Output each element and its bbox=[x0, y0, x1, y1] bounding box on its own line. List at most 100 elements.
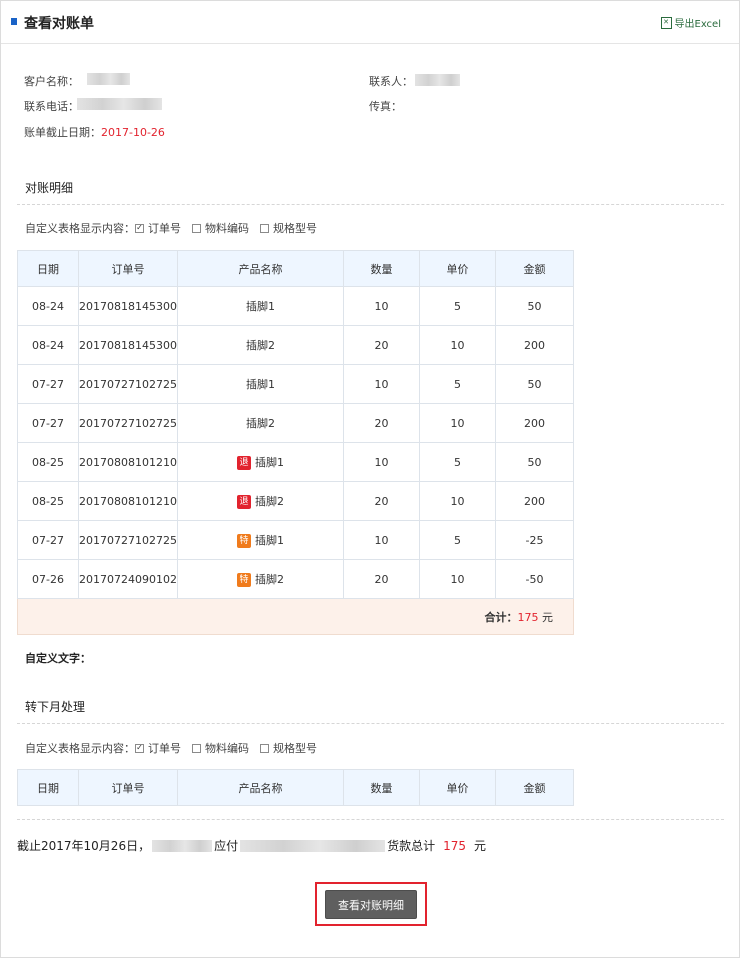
customer-name-redacted bbox=[87, 73, 130, 85]
cell-amount: 200 bbox=[495, 481, 574, 521]
cell-date: 08-25 bbox=[17, 442, 79, 482]
carry-table: 日期 订单号 产品名称 数量 单价 金额 bbox=[17, 769, 574, 806]
cell-price: 10 bbox=[419, 559, 496, 599]
col-qty: 数量 bbox=[343, 769, 420, 806]
cell-qty: 20 bbox=[343, 325, 420, 365]
cell-product: 插脚2 bbox=[177, 403, 344, 443]
table-row: 07-27 20170727102725 特插脚1 10 5 -25 bbox=[17, 520, 574, 560]
checkbox-checked-icon[interactable]: ✓ bbox=[135, 223, 144, 233]
cell-amount: 200 bbox=[495, 403, 574, 443]
col-qty: 数量 bbox=[343, 250, 420, 287]
cell-product: 插脚1 bbox=[177, 364, 344, 404]
table-row: 07-27 20170727102725 插脚1 10 5 50 bbox=[17, 364, 574, 404]
cell-product: 特插脚1 bbox=[177, 520, 344, 560]
details-section-title: 对账明细 bbox=[25, 181, 74, 195]
total-unit: 元 bbox=[538, 610, 553, 624]
cell-order: 20170818145300 bbox=[78, 286, 178, 326]
export-excel-label: 导出Excel bbox=[674, 19, 722, 30]
checkbox-icon[interactable] bbox=[260, 223, 269, 233]
contact-label: 联系人： bbox=[369, 75, 413, 88]
table-row: 07-27 20170727102725 插脚2 20 10 200 bbox=[17, 403, 574, 443]
cell-amount: -50 bbox=[495, 559, 574, 599]
col-order: 订单号 bbox=[78, 250, 178, 287]
details-table: 日期 订单号 产品名称 数量 单价 金额 08-24 2017081814530… bbox=[17, 250, 574, 635]
product-name: 插脚2 bbox=[246, 339, 275, 352]
col-order: 订单号 bbox=[78, 769, 178, 806]
cell-price: 5 bbox=[419, 442, 496, 482]
checkbox-checked-icon[interactable]: ✓ bbox=[135, 743, 144, 753]
cell-qty: 10 bbox=[343, 442, 420, 482]
total-label: 合计： bbox=[484, 610, 518, 624]
product-name: 插脚1 bbox=[246, 300, 275, 313]
cell-order: 20170724090102 bbox=[78, 559, 178, 599]
option-order-number[interactable]: ✓ 订单号 bbox=[135, 220, 181, 236]
contact-redacted bbox=[415, 74, 460, 86]
cell-order: 20170727102725 bbox=[78, 364, 178, 404]
option-spec-model[interactable]: 规格型号 bbox=[260, 220, 317, 236]
cell-product: 插脚1 bbox=[177, 286, 344, 326]
product-name: 插脚2 bbox=[246, 417, 275, 430]
cell-price: 10 bbox=[419, 403, 496, 443]
export-excel-button[interactable]: ✕ 导出Excel bbox=[660, 15, 722, 30]
cell-price: 5 bbox=[419, 364, 496, 404]
col-amount: 金额 bbox=[495, 250, 574, 287]
option-order-number[interactable]: ✓ 订单号 bbox=[135, 740, 181, 756]
product-name: 插脚2 bbox=[255, 495, 284, 508]
option-label: 物料编码 bbox=[205, 742, 249, 755]
col-product: 产品名称 bbox=[177, 769, 344, 806]
cell-price: 10 bbox=[419, 481, 496, 521]
deadline-label-text: 账单截止日期： bbox=[24, 126, 101, 139]
panel-header: 查看对账单 ✕ 导出Excel bbox=[1, 1, 739, 44]
divider bbox=[17, 723, 724, 724]
option-spec-model[interactable]: 规格型号 bbox=[260, 740, 317, 756]
carry-column-options: 自定义表格显示内容： ✓ 订单号 物料编码 规格型号 bbox=[25, 740, 328, 756]
summary-pay-text: 应付 bbox=[214, 839, 239, 853]
table-row: 08-25 20170808101210 退插脚1 10 5 50 bbox=[17, 442, 574, 482]
table-row: 08-24 20170818145300 插脚2 20 10 200 bbox=[17, 325, 574, 365]
checkbox-icon[interactable] bbox=[192, 743, 201, 753]
product-name: 插脚1 bbox=[255, 456, 284, 469]
checkbox-icon[interactable] bbox=[260, 743, 269, 753]
cell-amount: 50 bbox=[495, 364, 574, 404]
cell-order: 20170808101210 bbox=[78, 481, 178, 521]
cell-qty: 10 bbox=[343, 520, 420, 560]
col-amount: 金额 bbox=[495, 769, 574, 806]
table-row: 07-26 20170724090102 特插脚2 20 10 -50 bbox=[17, 559, 574, 599]
summary-prefix: 截止2017年10月26日， bbox=[17, 839, 151, 853]
total-row: 合计：175 元 bbox=[17, 598, 574, 635]
excel-icon: ✕ bbox=[660, 16, 672, 29]
option-label: 物料编码 bbox=[205, 222, 249, 235]
table-header-row: 日期 订单号 产品名称 数量 单价 金额 bbox=[17, 250, 574, 287]
cell-date: 08-24 bbox=[17, 286, 79, 326]
divider bbox=[17, 819, 724, 820]
cell-date: 07-27 bbox=[17, 403, 79, 443]
cell-product: 特插脚2 bbox=[177, 559, 344, 599]
options-label: 自定义表格显示内容： bbox=[25, 222, 135, 235]
table-header-row: 日期 订单号 产品名称 数量 单价 金额 bbox=[17, 769, 574, 806]
cell-date: 07-27 bbox=[17, 520, 79, 560]
cell-order: 20170727102725 bbox=[78, 520, 178, 560]
view-details-button[interactable]: 查看对账明细 bbox=[325, 890, 417, 919]
col-date: 日期 bbox=[17, 769, 79, 806]
page-title: 查看对账单 bbox=[24, 16, 94, 32]
product-name: 插脚2 bbox=[255, 573, 284, 586]
special-badge: 特 bbox=[237, 573, 251, 587]
cell-qty: 20 bbox=[343, 403, 420, 443]
option-material-code[interactable]: 物料编码 bbox=[192, 740, 249, 756]
cell-order: 20170808101210 bbox=[78, 442, 178, 482]
deadline-value: 2017-10-26 bbox=[101, 126, 165, 139]
return-badge: 退 bbox=[237, 456, 251, 470]
cell-price: 10 bbox=[419, 325, 496, 365]
option-material-code[interactable]: 物料编码 bbox=[192, 220, 249, 236]
product-name: 插脚1 bbox=[246, 378, 275, 391]
cell-amount: 50 bbox=[495, 286, 574, 326]
phone-label: 联系电话： bbox=[24, 100, 79, 113]
checkbox-icon[interactable] bbox=[192, 223, 201, 233]
divider bbox=[17, 204, 724, 205]
cell-amount: 200 bbox=[495, 325, 574, 365]
cell-product: 退插脚2 bbox=[177, 481, 344, 521]
carry-section-title: 转下月处理 bbox=[25, 700, 86, 714]
option-label: 订单号 bbox=[148, 222, 181, 235]
option-label: 订单号 bbox=[148, 742, 181, 755]
cell-date: 07-27 bbox=[17, 364, 79, 404]
